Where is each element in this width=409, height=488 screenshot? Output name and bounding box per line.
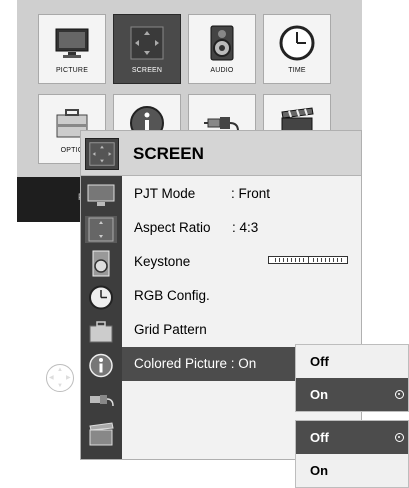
panel-title: SCREEN bbox=[133, 144, 204, 163]
option-off[interactable]: Off bbox=[296, 421, 408, 454]
tile-time[interactable]: TIME bbox=[263, 14, 331, 84]
monitor-icon[interactable] bbox=[85, 182, 117, 209]
menu-item-label: Aspect Ratio bbox=[134, 220, 211, 235]
navigation-ring-icon: ▲ ▼ ◀ ▶ bbox=[46, 364, 74, 392]
tile-label: PICTURE bbox=[55, 67, 89, 74]
speaker-icon[interactable] bbox=[85, 250, 117, 277]
tile-label: TIME bbox=[288, 67, 306, 74]
option-label: Off bbox=[310, 354, 329, 369]
tile-screen[interactable]: SCREEN bbox=[113, 14, 181, 84]
menu-item-grid-pattern[interactable]: Grid Pattern bbox=[122, 313, 362, 347]
toolbox-icon[interactable] bbox=[85, 318, 117, 345]
menu-item-label: Colored Picture : On bbox=[134, 356, 257, 371]
clapperboard-icon[interactable] bbox=[85, 420, 117, 447]
monitor-icon bbox=[55, 28, 89, 58]
tile-picture[interactable]: PICTURE bbox=[38, 14, 106, 84]
menu-item-label: Grid Pattern bbox=[134, 322, 207, 337]
menu-item-pjt-mode[interactable]: PJT Mode : Front bbox=[122, 177, 362, 211]
menu-item-label: PJT Mode bbox=[134, 186, 196, 201]
option-on[interactable]: On bbox=[296, 378, 408, 411]
menu-item-aspect-ratio[interactable]: Aspect Ratio : 4:3 bbox=[122, 211, 362, 245]
option-label: Off bbox=[310, 430, 329, 445]
selected-radio-icon bbox=[395, 390, 404, 399]
tile-audio[interactable]: AUDIO bbox=[188, 14, 256, 84]
option-label: On bbox=[310, 387, 329, 402]
plug-icon[interactable] bbox=[85, 386, 117, 413]
screen-adjust-icon[interactable] bbox=[85, 216, 117, 243]
option-label: On bbox=[310, 463, 329, 478]
category-icon-column bbox=[81, 176, 122, 459]
option-on[interactable]: On bbox=[296, 454, 408, 487]
colored-picture-options: Off On bbox=[295, 344, 409, 412]
menu-item-value: : 4:3 bbox=[232, 220, 259, 235]
option-off[interactable]: Off bbox=[296, 345, 408, 378]
screen-adjust-icon bbox=[130, 26, 164, 60]
secondary-options: Off On bbox=[295, 420, 409, 488]
info-icon[interactable] bbox=[85, 352, 117, 379]
menu-item-value: : Front bbox=[231, 186, 271, 201]
speaker-icon bbox=[210, 25, 234, 61]
keystone-slider[interactable] bbox=[268, 256, 348, 264]
tile-label: AUDIO bbox=[210, 67, 234, 74]
screen-adjust-icon bbox=[85, 138, 119, 170]
selected-radio-icon bbox=[395, 433, 404, 442]
clock-icon[interactable] bbox=[85, 284, 117, 311]
menu-item-rgb-config[interactable]: RGB Config. bbox=[122, 279, 362, 313]
menu-item-keystone[interactable]: Keystone bbox=[122, 245, 362, 279]
tile-label: SCREEN bbox=[131, 67, 163, 74]
clock-icon bbox=[279, 25, 315, 61]
menu-item-label: RGB Config. bbox=[134, 288, 210, 303]
menu-item-label: Keystone bbox=[134, 254, 191, 269]
panel-header: SCREEN bbox=[81, 131, 361, 176]
